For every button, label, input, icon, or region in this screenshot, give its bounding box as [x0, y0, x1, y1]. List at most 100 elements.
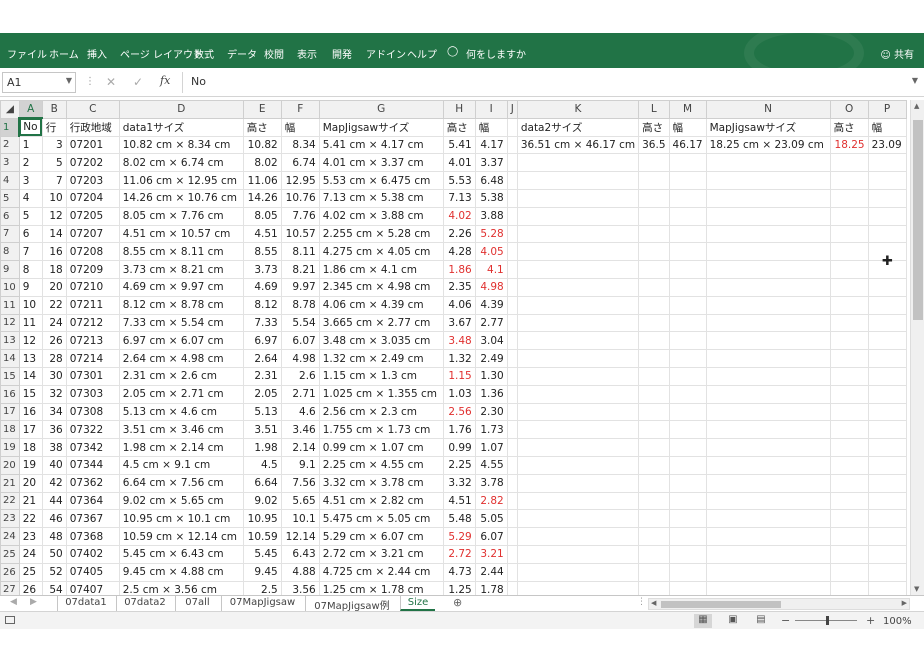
- row-header[interactable]: 22: [0, 491, 20, 511]
- row-header[interactable]: 3: [0, 153, 20, 173]
- cell-e21[interactable]: 6.64: [242, 473, 282, 493]
- cell-o13[interactable]: [829, 331, 869, 351]
- column-header-i[interactable]: I: [474, 100, 508, 119]
- cell-e1[interactable]: 高さ: [242, 117, 282, 137]
- column-header-j[interactable]: J: [506, 100, 518, 119]
- cell-m7[interactable]: [668, 224, 707, 244]
- cell-g19[interactable]: 0.99 cm × 1.07 cm: [318, 438, 444, 457]
- cell-c3[interactable]: 07202: [65, 153, 120, 173]
- cell-k4[interactable]: [516, 171, 640, 190]
- cell-b3[interactable]: 5: [41, 153, 67, 173]
- cell-m11[interactable]: [668, 295, 707, 315]
- cell-e13[interactable]: 6.97: [242, 331, 282, 351]
- tab-insert[interactable]: 挿入: [87, 46, 107, 61]
- row-header[interactable]: 11: [0, 295, 20, 315]
- scroll-down-icon[interactable]: ▼: [914, 585, 919, 593]
- tab-help[interactable]: ヘルプ: [407, 46, 437, 61]
- sheet-tab-07mapjigsaw[interactable]: 07MapJigsaw: [221, 596, 303, 611]
- cell-a6[interactable]: 5: [18, 206, 43, 226]
- cell-m14[interactable]: [668, 349, 707, 368]
- cell-o8[interactable]: [829, 242, 869, 262]
- cell-i17[interactable]: 2.30: [474, 402, 508, 422]
- cell-g13[interactable]: 3.48 cm × 3.035 cm: [318, 331, 444, 351]
- cell-f11[interactable]: 8.78: [280, 295, 320, 315]
- cell-i2[interactable]: 4.17: [474, 135, 508, 155]
- cell-j14[interactable]: [506, 349, 518, 368]
- cell-p25[interactable]: [867, 544, 907, 564]
- cell-b25[interactable]: 50: [41, 544, 67, 564]
- cell-g18[interactable]: 1.755 cm × 1.73 cm: [318, 420, 444, 440]
- cell-n19[interactable]: [705, 438, 831, 457]
- cell-d23[interactable]: 10.95 cm × 10.1 cm: [118, 509, 244, 529]
- cell-o4[interactable]: [829, 171, 869, 190]
- cell-p22[interactable]: [867, 491, 907, 511]
- cell-m24[interactable]: [668, 527, 707, 546]
- cell-b19[interactable]: 38: [41, 438, 67, 457]
- cell-b18[interactable]: 36: [41, 420, 67, 440]
- cell-e26[interactable]: 9.45: [242, 562, 282, 582]
- cell-o23[interactable]: [829, 509, 869, 529]
- cell-l26[interactable]: [638, 562, 670, 582]
- cell-e4[interactable]: 11.06: [242, 171, 282, 190]
- cell-k2[interactable]: 36.51 cm × 46.17 cm: [516, 135, 640, 155]
- cell-k21[interactable]: [516, 473, 640, 493]
- cell-j15[interactable]: [506, 366, 518, 386]
- cell-h5[interactable]: 7.13: [442, 188, 476, 208]
- cell-i6[interactable]: 3.88: [474, 206, 508, 226]
- cell-e12[interactable]: 7.33: [242, 313, 282, 333]
- vertical-scrollbar[interactable]: ▲ ▼: [910, 100, 924, 595]
- cell-k12[interactable]: [516, 313, 640, 333]
- cell-c9[interactable]: 07209: [65, 260, 120, 279]
- cell-f20[interactable]: 9.1: [280, 455, 320, 475]
- cell-g5[interactable]: 7.13 cm × 5.38 cm: [318, 188, 444, 208]
- cell-a5[interactable]: 4: [18, 188, 43, 208]
- cell-k17[interactable]: [516, 402, 640, 422]
- row-header[interactable]: 9: [0, 260, 20, 279]
- cell-d16[interactable]: 2.05 cm × 2.71 cm: [118, 384, 244, 404]
- cell-m18[interactable]: [668, 420, 707, 440]
- tab-page-layout[interactable]: ページ レイアウト: [120, 46, 203, 61]
- cell-k8[interactable]: [516, 242, 640, 262]
- cell-m19[interactable]: [668, 438, 707, 457]
- cell-m15[interactable]: [668, 366, 707, 386]
- cell-d5[interactable]: 14.26 cm × 10.76 cm: [118, 188, 244, 208]
- cell-h21[interactable]: 3.32: [442, 473, 476, 493]
- cell-h19[interactable]: 0.99: [442, 438, 476, 457]
- cell-b17[interactable]: 34: [41, 402, 67, 422]
- cell-j26[interactable]: [506, 562, 518, 582]
- cell-i4[interactable]: 6.48: [474, 171, 508, 190]
- cell-p16[interactable]: [867, 384, 907, 404]
- cell-b27[interactable]: 54: [41, 580, 67, 595]
- column-header-c[interactable]: C: [65, 100, 120, 119]
- cell-b26[interactable]: 52: [41, 562, 67, 582]
- cell-m3[interactable]: [668, 153, 707, 173]
- cell-e22[interactable]: 9.02: [242, 491, 282, 511]
- cell-f3[interactable]: 6.74: [280, 153, 320, 173]
- cell-k24[interactable]: [516, 527, 640, 546]
- enter-icon[interactable]: ✓: [133, 75, 143, 89]
- cell-p15[interactable]: [867, 366, 907, 386]
- cell-b15[interactable]: 30: [41, 366, 67, 386]
- cell-e15[interactable]: 2.31: [242, 366, 282, 386]
- cell-n2[interactable]: 18.25 cm × 23.09 cm: [705, 135, 831, 155]
- row-header[interactable]: 25: [0, 544, 20, 564]
- cell-c21[interactable]: 07362: [65, 473, 120, 493]
- cell-c2[interactable]: 07201: [65, 135, 120, 155]
- cell-i25[interactable]: 3.21: [474, 544, 508, 564]
- cell-h26[interactable]: 4.73: [442, 562, 476, 582]
- cell-e9[interactable]: 3.73: [242, 260, 282, 279]
- cell-h20[interactable]: 2.25: [442, 455, 476, 475]
- cell-c12[interactable]: 07212: [65, 313, 120, 333]
- cell-p1[interactable]: 幅: [867, 117, 907, 137]
- cell-d15[interactable]: 2.31 cm × 2.6 cm: [118, 366, 244, 386]
- cell-j27[interactable]: [506, 580, 518, 595]
- cell-i14[interactable]: 2.49: [474, 349, 508, 368]
- cell-e19[interactable]: 1.98: [242, 438, 282, 457]
- page-layout-view-icon[interactable]: ▣: [724, 614, 742, 628]
- cell-p13[interactable]: [867, 331, 907, 351]
- cell-k1[interactable]: data2サイズ: [516, 117, 640, 137]
- cell-n9[interactable]: [705, 260, 831, 279]
- cell-j5[interactable]: [506, 188, 518, 208]
- cell-a27[interactable]: 26: [18, 580, 43, 595]
- cell-c27[interactable]: 07407: [65, 580, 120, 595]
